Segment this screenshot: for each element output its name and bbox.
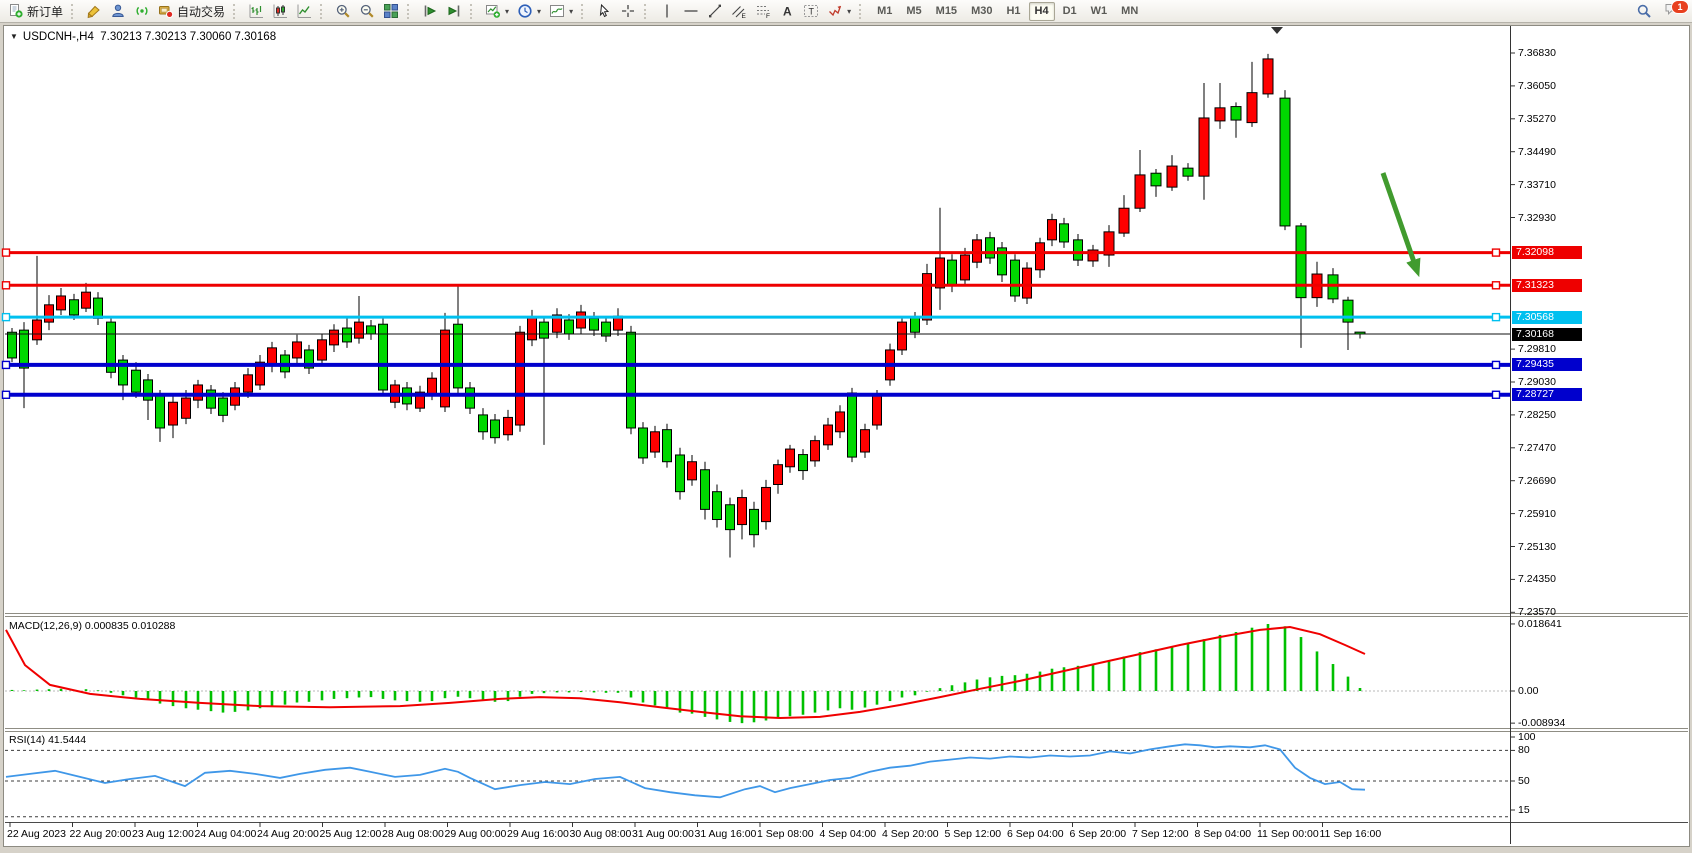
templates-icon xyxy=(549,3,565,19)
tile-windows-icon xyxy=(383,3,399,19)
chart-header: ▼ USDCNH-,H4 7.30213 7.30213 7.30060 7.30… xyxy=(10,31,276,43)
autotrading-label: 自动交易 xyxy=(177,3,225,20)
new-order-button[interactable]: 新订单 xyxy=(4,0,67,23)
chart-shift-icon xyxy=(446,3,462,19)
cursor-button[interactable] xyxy=(592,0,616,23)
chevron-down-icon: ▾ xyxy=(569,7,573,16)
svg-text:T: T xyxy=(809,7,815,17)
timeframe-m5-button[interactable]: M5 xyxy=(900,2,927,21)
fibo-icon: F xyxy=(755,3,771,19)
svg-text:E: E xyxy=(742,13,747,19)
templates-button[interactable]: ▾ xyxy=(545,0,577,23)
chart-area[interactable] xyxy=(3,25,1690,847)
trendline-icon xyxy=(707,3,723,19)
timeframe-m1-button[interactable]: M1 xyxy=(871,2,898,21)
cursor-icon xyxy=(596,3,612,19)
main-toolbar: 新订单 自动交易 ▾ ▾ ▾ E F A T ▾ M1M5M15M30H1H4D1W1MN 1 xyxy=(0,0,1692,23)
hline-icon xyxy=(683,3,699,19)
toolbar-group: E F A T ▾ xyxy=(655,0,855,22)
auto-scroll-button[interactable] xyxy=(418,0,442,23)
chat-button[interactable]: 1 xyxy=(1664,1,1686,21)
chart-ohlc-values: 7.30213 7.30213 7.30060 7.30168 xyxy=(100,31,276,43)
text-a-icon: A xyxy=(779,3,795,19)
toolbar-group: 新订单 xyxy=(4,0,67,22)
zoom-out-button[interactable] xyxy=(355,0,379,23)
zoom-in-button[interactable] xyxy=(331,0,355,23)
crosshair-icon xyxy=(620,3,636,19)
chevron-down-icon: ▾ xyxy=(505,7,509,16)
autotrading-icon xyxy=(158,3,174,19)
channel-icon: E xyxy=(731,3,747,19)
signals-button[interactable] xyxy=(130,0,154,23)
chart-candles-icon xyxy=(272,3,288,19)
chart-shift-button[interactable] xyxy=(442,0,466,23)
rsi-indicator-label: RSI(14) 41.5444 xyxy=(9,734,86,746)
tile-windows-button[interactable] xyxy=(379,0,403,23)
new-chart-button[interactable]: ▾ xyxy=(481,0,513,23)
symbol-dropdown-icon[interactable]: ▼ xyxy=(10,32,18,41)
new-order-icon xyxy=(8,3,24,19)
toolbar-separator xyxy=(470,4,476,19)
vertical-line-button[interactable] xyxy=(655,0,679,23)
community-icon xyxy=(110,3,126,19)
svg-text:F: F xyxy=(766,13,770,19)
zoom-in-icon xyxy=(335,3,351,19)
label-t-icon: T xyxy=(803,3,819,19)
svg-text:A: A xyxy=(783,5,792,19)
zoom-out-icon xyxy=(359,3,375,19)
toolbar-separator xyxy=(644,4,650,19)
fibonacci-button[interactable]: F xyxy=(751,0,775,23)
auto-scroll-icon xyxy=(422,3,438,19)
text-button[interactable]: A xyxy=(775,0,799,23)
chat-badge: 1 xyxy=(1671,0,1689,14)
timeframe-mn-button[interactable]: MN xyxy=(1115,2,1144,21)
chart-candles-button[interactable] xyxy=(268,0,292,23)
toolbar-group xyxy=(592,0,640,22)
new-order-label: 新订单 xyxy=(27,3,63,20)
macd-indicator-label: MACD(12,26,9) 0.000835 0.010288 xyxy=(9,620,175,632)
timeframe-h4-button[interactable]: H4 xyxy=(1029,2,1055,21)
chart-symbol-period: USDCNH-,H4 xyxy=(23,31,94,43)
clock-icon xyxy=(517,3,533,19)
arrows-icon xyxy=(827,3,843,19)
toolbar-group: 自动交易 xyxy=(82,0,229,22)
chart-line-icon xyxy=(296,3,312,19)
search-button[interactable] xyxy=(1632,0,1656,23)
toolbar-separator xyxy=(71,4,77,19)
chevron-down-icon: ▾ xyxy=(847,7,851,16)
chart-line-button[interactable] xyxy=(292,0,316,23)
toolbar-separator xyxy=(407,4,413,19)
toolbar-group xyxy=(331,0,403,22)
timeframe-m15-button[interactable]: M15 xyxy=(930,2,963,21)
timeframe-d1-button[interactable]: D1 xyxy=(1057,2,1083,21)
timeframe-toolbar: M1M5M15M30H1H4D1W1MN xyxy=(870,0,1145,22)
signals-icon xyxy=(134,3,150,19)
chevron-down-icon: ▾ xyxy=(537,7,541,16)
toolbar-separator xyxy=(233,4,239,19)
toolbar-group xyxy=(244,0,316,22)
community-button[interactable] xyxy=(106,0,130,23)
toolbar-group: ▾ ▾ ▾ xyxy=(481,0,577,22)
toolbar-separator xyxy=(859,4,865,19)
toolbar-separator xyxy=(320,4,326,19)
metaeditor-button[interactable] xyxy=(82,0,106,23)
arrows-button[interactable]: ▾ xyxy=(823,0,855,23)
periods-button[interactable]: ▾ xyxy=(513,0,545,23)
timeframe-m30-button[interactable]: M30 xyxy=(965,2,998,21)
trendline-button[interactable] xyxy=(703,0,727,23)
toolbar-group xyxy=(418,0,466,22)
autotrading-button[interactable]: 自动交易 xyxy=(154,0,229,23)
timeframe-w1-button[interactable]: W1 xyxy=(1085,2,1114,21)
chart-bars-button[interactable] xyxy=(244,0,268,23)
chart-bars-icon xyxy=(248,3,264,19)
crosshair-button[interactable] xyxy=(616,0,640,23)
text-label-button[interactable]: T xyxy=(799,0,823,23)
timeframe-h1-button[interactable]: H1 xyxy=(1000,2,1026,21)
equidistant-channel-button[interactable]: E xyxy=(727,0,751,23)
horizontal-line-button[interactable] xyxy=(679,0,703,23)
vline-icon xyxy=(659,3,675,19)
new-chart-icon xyxy=(485,3,501,19)
metaeditor-icon xyxy=(86,3,102,19)
toolbar-separator xyxy=(581,4,587,19)
